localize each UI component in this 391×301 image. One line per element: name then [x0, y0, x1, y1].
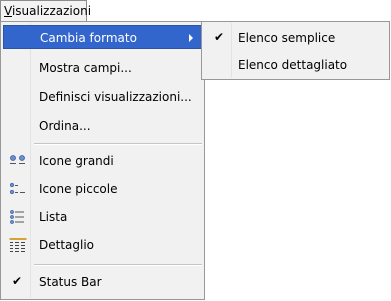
- submenu-arrow-icon: [189, 34, 193, 42]
- submenu-item-label: Elenco semplice: [238, 31, 336, 45]
- menu-separator: [34, 264, 202, 266]
- menu-item-label: Icone grandi: [39, 154, 114, 168]
- submenu-cambia-formato: ✔ Elenco semplice Elenco dettagliato: [201, 21, 390, 80]
- checkmark-icon: ✔: [12, 274, 23, 288]
- menu-bar: Visualizzazioni: [0, 0, 391, 22]
- menu-item-dettaglio[interactable]: Dettaglio: [3, 233, 202, 257]
- checkmark-icon: ✔: [214, 30, 225, 44]
- menu-mnemonic: V: [4, 4, 12, 18]
- large-icons-icon: [9, 153, 27, 169]
- menu-item-lista[interactable]: Lista: [3, 205, 202, 229]
- menu-item-label: Cambia formato: [40, 31, 137, 45]
- submenu-item-elenco-semplice[interactable]: ✔ Elenco semplice: [204, 25, 387, 51]
- menu-item-status-bar[interactable]: ✔ Status Bar: [3, 270, 202, 294]
- menu-item-mostra-campi[interactable]: Mostra campi...: [3, 56, 202, 80]
- list-icon: [9, 209, 27, 225]
- menu-title-rest: isualizzazioni: [11, 4, 92, 18]
- menu-item-icone-piccole[interactable]: Icone piccole: [3, 177, 202, 201]
- dropdown-menu: Cambia formato Mostra campi... Definisci…: [0, 21, 205, 300]
- small-icons-icon: [9, 181, 27, 197]
- menu-item-label: Icone piccole: [39, 182, 118, 196]
- menu-item-label: Mostra campi...: [39, 61, 132, 75]
- menu-item-cambia-formato[interactable]: Cambia formato: [3, 25, 202, 49]
- menu-item-label: Lista: [39, 210, 68, 224]
- menu-item-ordina[interactable]: Ordina...: [3, 114, 202, 138]
- menu-item-label: Ordina...: [39, 119, 91, 133]
- submenu-item-elenco-dettagliato[interactable]: Elenco dettagliato: [204, 52, 387, 78]
- details-icon: [9, 237, 27, 253]
- menu-item-label: Definisci visualizzazioni...: [39, 90, 192, 104]
- menu-item-definisci-visualizzazioni[interactable]: Definisci visualizzazioni...: [3, 85, 202, 109]
- menu-item-label: Dettaglio: [39, 238, 95, 252]
- menu-separator: [34, 143, 202, 145]
- menu-item-label: Status Bar: [39, 275, 102, 289]
- submenu-item-label: Elenco dettagliato: [238, 58, 348, 72]
- menu-item-icone-grandi[interactable]: Icone grandi: [3, 149, 202, 173]
- menu-visualizzazioni[interactable]: Visualizzazioni: [0, 0, 91, 22]
